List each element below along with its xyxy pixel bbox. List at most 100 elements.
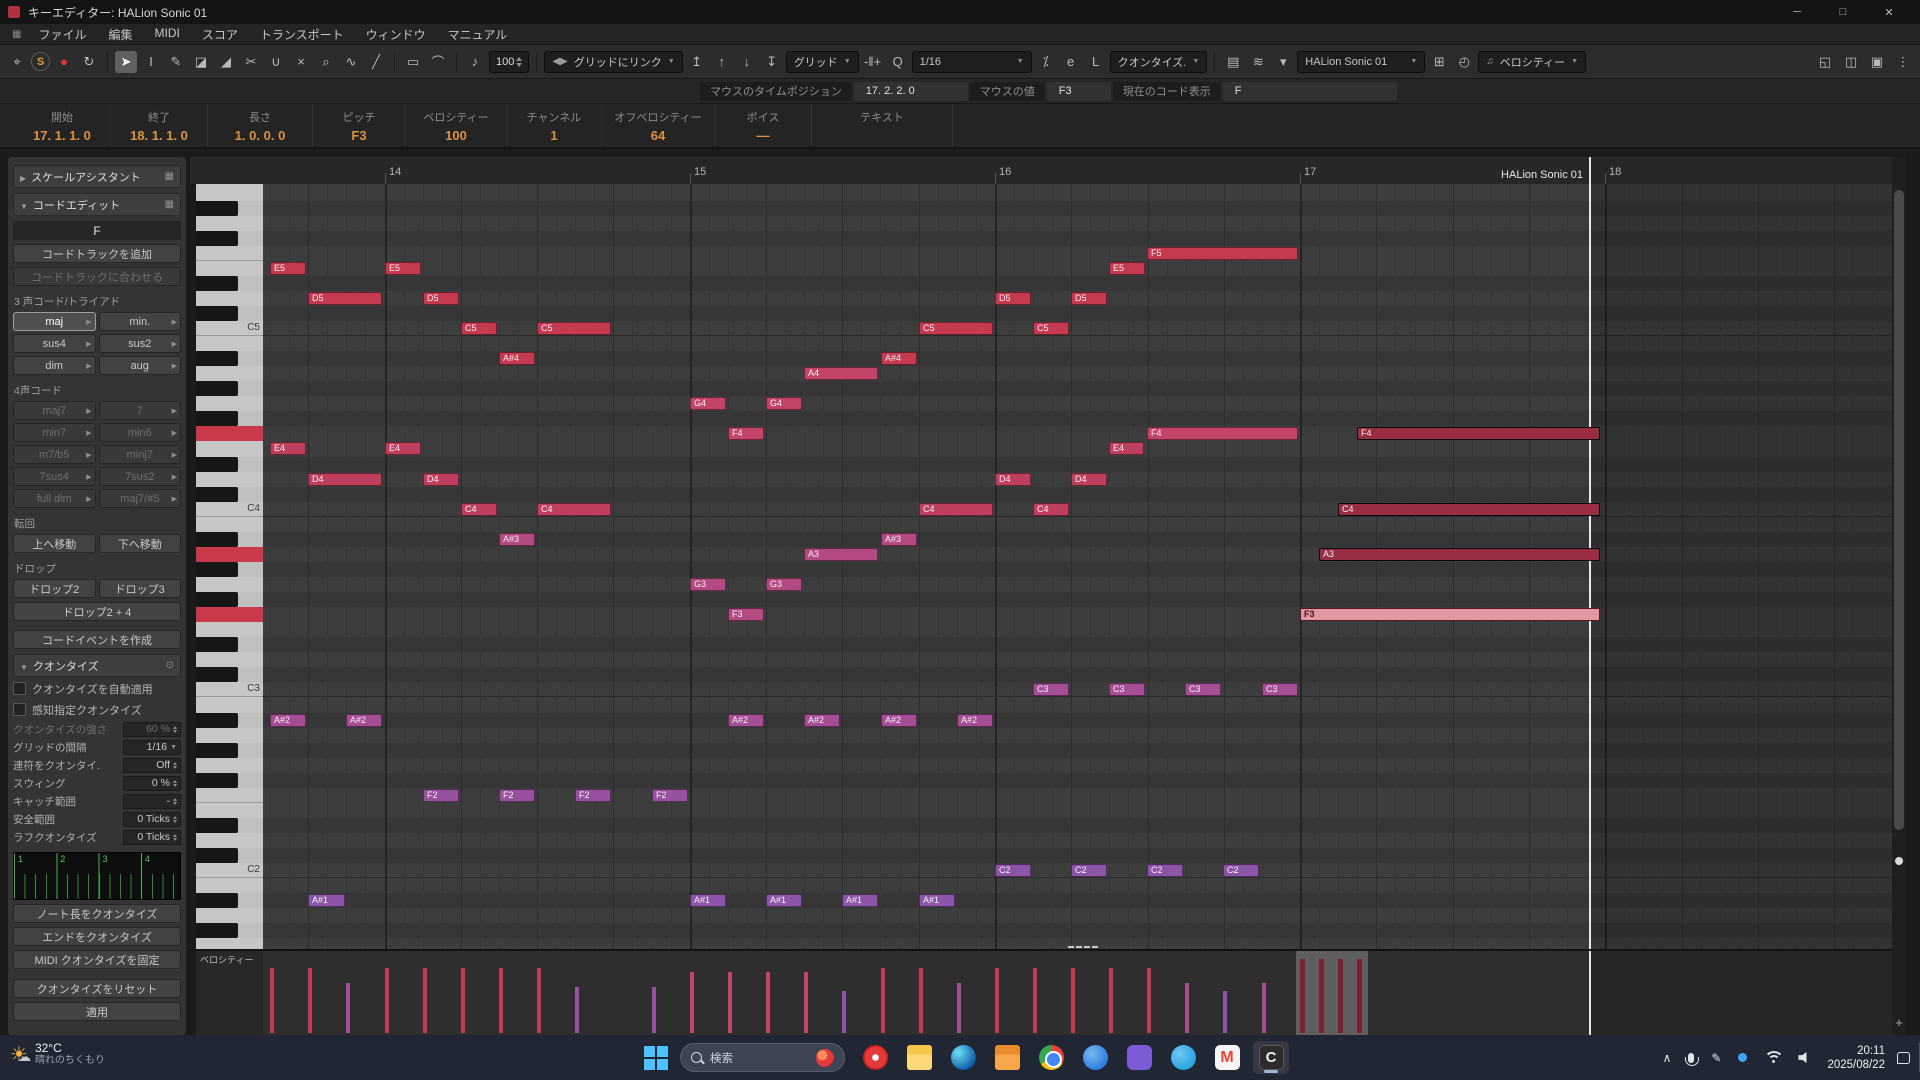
quantize-button-MIDI クオンタイズを固定[interactable]: MIDI クオンタイズを固定 bbox=[13, 950, 181, 969]
velocity-bar[interactable] bbox=[804, 972, 808, 1033]
midi-note-C2[interactable]: C2 bbox=[1223, 864, 1259, 877]
midi-note-A#2[interactable]: A#2 bbox=[346, 714, 382, 727]
info-value[interactable]: 17. 1. 1. 0 bbox=[33, 128, 91, 143]
quantize-button-エンドをクオンタイズ[interactable]: エンドをクオンタイズ bbox=[13, 927, 181, 946]
triad-button-sus4[interactable]: sus4▶ bbox=[13, 334, 96, 353]
grid-type-dropdown[interactable]: グリッド▼ bbox=[786, 51, 859, 73]
key-row[interactable] bbox=[196, 592, 263, 607]
taskbar-app-pinwheel-app[interactable] bbox=[857, 1041, 893, 1074]
tetrad-button-7sus4[interactable]: 7sus4▶ bbox=[13, 467, 96, 486]
velocity-bar[interactable] bbox=[690, 972, 694, 1033]
drop-button-ドロップ3[interactable]: ドロップ3 bbox=[99, 579, 182, 598]
midi-note-A3[interactable]: A3 bbox=[1319, 548, 1600, 561]
midi-note-C4[interactable]: C4 bbox=[537, 503, 611, 516]
midi-note-D4[interactable]: D4 bbox=[423, 473, 459, 486]
length-quantize-dropdown[interactable]: クオンタイズ.▼ bbox=[1110, 51, 1208, 73]
notification-icon[interactable] bbox=[1897, 1052, 1910, 1064]
quantize-reset-button[interactable]: クオンタイズをリセット bbox=[13, 979, 181, 998]
midi-note-A#1[interactable]: A#1 bbox=[308, 894, 345, 907]
object-select-tool[interactable]: ➤ bbox=[115, 51, 137, 73]
lane-resize-handle[interactable] bbox=[1068, 946, 1098, 948]
black-key[interactable] bbox=[196, 923, 238, 938]
key-row[interactable] bbox=[196, 622, 263, 637]
info-value[interactable]: F3 bbox=[351, 128, 366, 143]
menu-ファイル[interactable]: ファイル bbox=[27, 25, 97, 44]
velocity-bar[interactable] bbox=[1147, 968, 1151, 1033]
key-row[interactable] bbox=[196, 366, 263, 381]
vertical-scrollbar[interactable]: + bbox=[1892, 157, 1906, 1035]
taskbar-app-chrome[interactable] bbox=[1033, 1041, 1069, 1074]
midi-note-E5[interactable]: E5 bbox=[270, 262, 306, 275]
velocity-bar[interactable] bbox=[1338, 959, 1343, 1033]
midi-note-F3[interactable]: F3 bbox=[1300, 608, 1600, 621]
triad-button-maj[interactable]: maj▶ bbox=[13, 312, 96, 331]
start-button[interactable] bbox=[643, 1045, 669, 1071]
param-value[interactable]: 0 % bbox=[123, 776, 181, 791]
midi-note-E5[interactable]: E5 bbox=[385, 262, 421, 275]
pen-icon[interactable]: ✎ bbox=[1711, 1051, 1721, 1065]
erase-tool[interactable]: ◪ bbox=[190, 51, 212, 73]
pin-button[interactable]: ⌖ bbox=[6, 51, 28, 73]
taskbar-app-skype[interactable] bbox=[1165, 1041, 1201, 1074]
apply-quantize-button[interactable]: ⁒ bbox=[1035, 51, 1057, 73]
black-key[interactable] bbox=[196, 351, 238, 366]
key-row[interactable]: C2 bbox=[196, 863, 263, 878]
info-value[interactable]: 1 bbox=[550, 128, 557, 143]
window-zone-icon-3[interactable]: ⋮ bbox=[1892, 51, 1914, 73]
midi-note-F4[interactable]: F4 bbox=[1147, 427, 1298, 440]
timeline-ruler[interactable]: 1415161718HALion Sonic 01 bbox=[190, 157, 1892, 185]
midi-note-A#2[interactable]: A#2 bbox=[957, 714, 993, 727]
midi-note-E4[interactable]: E4 bbox=[1109, 442, 1144, 455]
section-quantize[interactable]: ▼クオンタイズ⊙ bbox=[13, 654, 181, 677]
search-box[interactable]: 検索 bbox=[680, 1043, 845, 1072]
velocity-bar[interactable] bbox=[957, 983, 961, 1033]
move-up-button[interactable]: ↑ bbox=[711, 51, 733, 73]
move-down-button[interactable]: ↓ bbox=[736, 51, 758, 73]
grid-link-dropdown[interactable]: ◀▶グリッドにリンク▼ bbox=[544, 51, 682, 73]
event-color-dropdown[interactable]: ♫ベロシティー▼ bbox=[1478, 51, 1586, 73]
midi-note-D4[interactable]: D4 bbox=[308, 473, 382, 486]
key-row[interactable] bbox=[196, 426, 263, 441]
midi-note-A4[interactable]: A4 bbox=[804, 367, 878, 380]
quantize-panel-button[interactable]: e bbox=[1060, 51, 1082, 73]
midi-note-C3[interactable]: C3 bbox=[1033, 683, 1069, 696]
midi-note-C4[interactable]: C4 bbox=[1033, 503, 1069, 516]
auto-apply-checkbox[interactable] bbox=[13, 682, 26, 695]
key-row[interactable] bbox=[196, 291, 263, 306]
key-row[interactable] bbox=[196, 396, 263, 411]
piano-keyboard[interactable]: C5C4C3C2 bbox=[196, 184, 263, 949]
window-zone-icon-1[interactable]: ◫ bbox=[1840, 51, 1862, 73]
add-chord-track-button[interactable]: コードトラックを追加 bbox=[13, 244, 181, 263]
nudge-pm-button[interactable]: -‖+ bbox=[862, 51, 884, 73]
velocity-bar[interactable] bbox=[881, 968, 885, 1033]
key-row[interactable] bbox=[196, 818, 263, 833]
window-zone-icon-2[interactable]: ▣ bbox=[1866, 51, 1888, 73]
black-key[interactable] bbox=[196, 231, 238, 246]
black-key[interactable] bbox=[196, 562, 238, 577]
midi-note-D5[interactable]: D5 bbox=[423, 292, 459, 305]
midi-note-G3[interactable]: G3 bbox=[766, 578, 802, 591]
menu-MIDI[interactable]: MIDI bbox=[143, 25, 190, 44]
key-row[interactable] bbox=[196, 698, 263, 713]
key-row[interactable] bbox=[196, 472, 263, 487]
key-row[interactable]: C4 bbox=[196, 502, 263, 517]
midi-note-C3[interactable]: C3 bbox=[1185, 683, 1221, 696]
key-row[interactable] bbox=[196, 306, 263, 321]
midi-note-F2[interactable]: F2 bbox=[499, 789, 535, 802]
microphone-icon[interactable] bbox=[1688, 1053, 1694, 1063]
menu-スコア[interactable]: スコア bbox=[191, 25, 249, 44]
midi-note-E4[interactable]: E4 bbox=[385, 442, 421, 455]
info-value[interactable]: 18. 1. 1. 0 bbox=[130, 128, 188, 143]
tetrad-button-min6[interactable]: min6▶ bbox=[99, 423, 182, 442]
key-row[interactable] bbox=[196, 652, 263, 667]
midi-note-E5[interactable]: E5 bbox=[1109, 262, 1145, 275]
midi-note-A#1[interactable]: A#1 bbox=[919, 894, 955, 907]
velocity-bar[interactable] bbox=[919, 968, 923, 1033]
bluetooth-dot-icon[interactable] bbox=[1738, 1053, 1747, 1062]
black-key[interactable] bbox=[196, 713, 238, 728]
midi-note-F3[interactable]: F3 bbox=[728, 608, 764, 621]
quantize-apply-button[interactable]: 適用 bbox=[13, 1002, 181, 1021]
velocity-bar[interactable] bbox=[842, 991, 846, 1033]
midi-note-C5[interactable]: C5 bbox=[919, 322, 993, 335]
midi-note-D4[interactable]: D4 bbox=[1071, 473, 1107, 486]
